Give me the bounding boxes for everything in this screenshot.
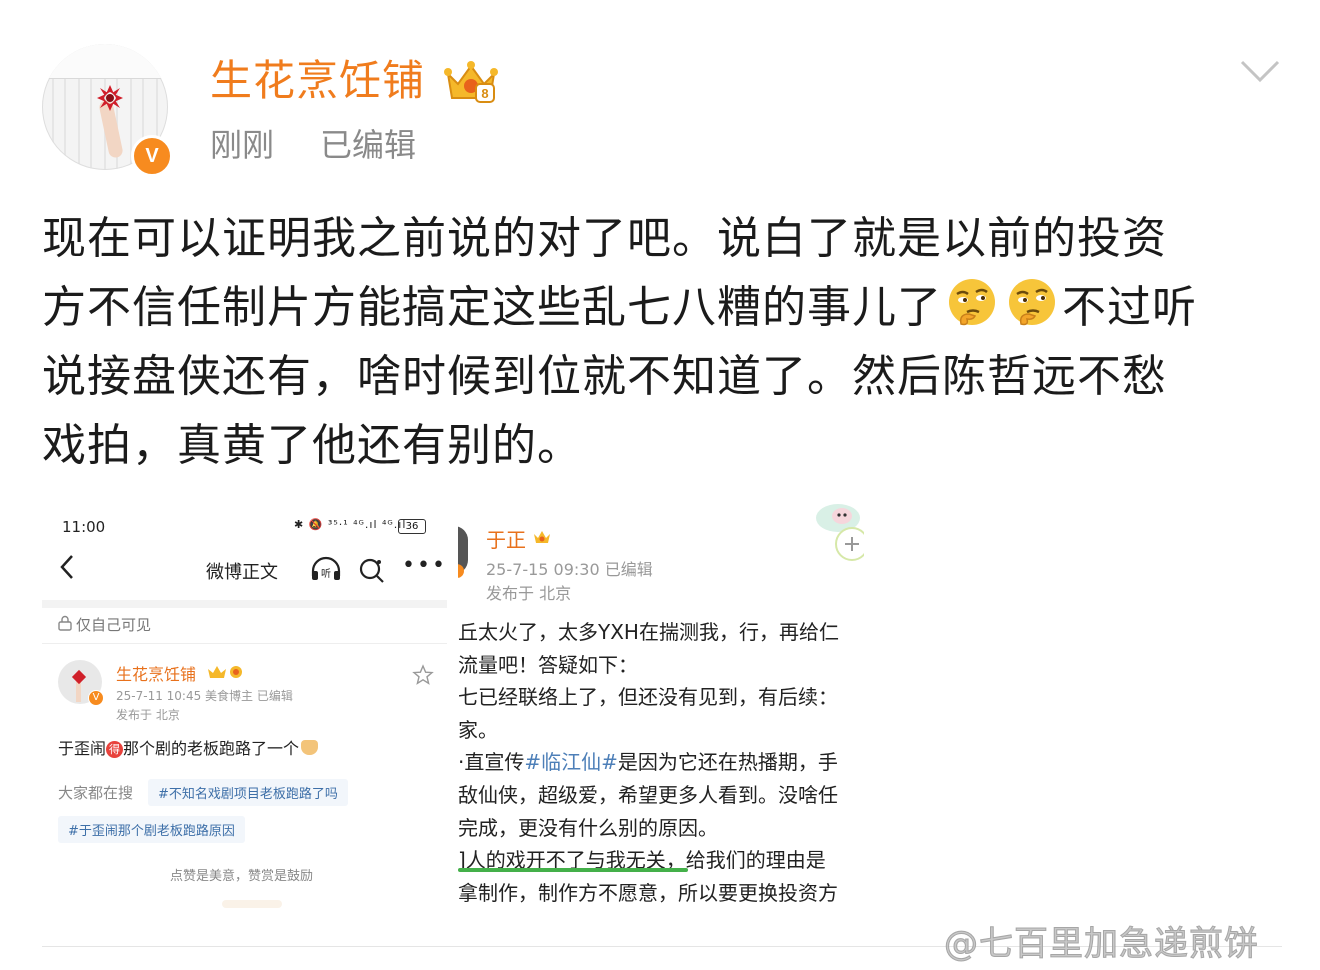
back-arrow-icon[interactable] [58,552,76,582]
text-line: 家。 [458,717,498,742]
text-line: ·直宣传#临江仙#是因为它还在热播期，手 [458,746,839,779]
text-line: 拿制作，制作方不愿意，所以要更换投资方 [458,880,838,905]
post-meta: 25-7-11 10:45 美食博主 已编辑 [116,689,293,703]
thinking-face-icon [949,279,995,326]
sticker-follow-icon[interactable] [812,502,864,562]
text-line: 流量吧！答疑如下： [458,652,638,677]
listen-headphone-icon[interactable]: 听 [310,556,342,582]
author-name[interactable]: 生花烹饪铺 [116,661,196,685]
svg-text:8: 8 [481,86,488,101]
visibility-label: 仅自己可见 [76,616,152,634]
trending-topic[interactable]: #于歪闹那个剧老板跑路原因 [58,816,245,843]
green-highlight-underline [458,868,688,872]
text-line: 丘太火了，太多YXH在揣测我，行，再给仁 [458,620,839,644]
nav-title: 微博正文 [206,562,278,583]
more-icon[interactable]: ••• [402,555,447,577]
post-body: 现在可以证明我之前说的对了吧。说白了就是以前的投资 方不信任制片方能搞定这些乱七… [42,204,1282,480]
post-text: 丘太火了，太多YXH在揣测我，行，再给仁 流量吧！答疑如下： 七已经联络上了，但… [458,616,839,906]
crown-member-icon [208,666,242,678]
edited-label: 已编辑 [320,126,417,164]
post-line-text: 方不信任制片方能搞定这些乱七八糟的事儿了 [42,282,942,333]
embedded-screenshot-right[interactable]: 于正 25-7-15 09:30 已编辑 发布于 北京 丘太火了，太多YXH在揣… [458,502,864,906]
post-line: 现在可以证明我之前说的对了吧。说白了就是以前的投资 [42,213,1167,264]
text-line: 七已经联络上了，但还没有见到，有后续： [458,685,838,710]
battery-icon: 36 [398,519,426,534]
post-text-post: 那个剧的老板跑路了一个 [123,739,300,758]
post-meta: 25-7-15 09:30 已编辑 [486,560,653,579]
post-line-text: 不过听 [1062,282,1197,333]
watermark: @七百里加急递煎饼 [944,924,1259,965]
trending-topic[interactable]: #不知名戏剧项目老板跑路了吗 [148,779,348,806]
post-line: 戏拍，真黄了他还有别的。 [42,420,582,471]
search-icon[interactable] [358,556,386,584]
text-line: 敌仙侠，超级爱，希望更多人看到。没啥任 [458,782,838,807]
text-segment: 是因为它还在热播期，手 [617,750,838,775]
embedded-screenshot-left[interactable]: 11:00 ✱ 🔕 ³⁵·¹ ⁴ᴳ.ıl ⁴ᴳ.ıl 36 微博正文 听 •••… [42,508,447,908]
post-text: 于歪闹得那个剧的老板跑路了一个 [58,735,319,759]
divider [42,643,447,644]
post-text-pre: 于歪闹 [58,739,107,758]
post-line: 说接盘侠还有，啥时候到位就不知道了。然后陈哲远不愁 [42,351,1167,402]
author-name[interactable]: 生花烹饪铺 [210,55,425,107]
trending-label: 大家都在搜 [58,784,134,802]
thinking-face-icon [1009,279,1055,326]
divider [42,600,447,608]
post-location: 发布于 北京 [486,584,572,603]
red-flower-icon [97,85,123,111]
status-time: 11:00 [62,518,106,536]
crown-member-icon: 8 [444,61,498,103]
chevron-down-icon[interactable] [1238,56,1282,86]
author-name[interactable]: 于正 [486,524,526,553]
dog-emoji-icon [301,740,319,755]
post-time: 刚刚 [210,126,275,164]
reward-button[interactable] [222,900,282,908]
text-line: 完成，更没有什么别的原因。 [458,815,718,840]
svg-text:听: 听 [321,568,331,580]
status-icons: ✱ 🔕 ³⁵·¹ ⁴ᴳ.ıl ⁴ᴳ.ıl [294,518,407,531]
text-segment: ·直宣传 [458,750,525,775]
hashtag-link[interactable]: #临江仙# [524,750,618,774]
reward-footer: 点赞是美意，赞赏是鼓励 [170,869,314,884]
verified-v-badge: V [88,690,104,706]
tag-badge: 得 [106,741,124,758]
crown-member-icon [534,531,550,543]
star-icon[interactable] [412,664,434,686]
post-location: 发布于 北京 [116,708,180,722]
post-line: 方不信任制片方能搞定这些乱七八糟的事儿了 不过听 [42,273,1282,342]
verified-v-badge: V [131,135,173,177]
lock-icon [58,615,72,631]
